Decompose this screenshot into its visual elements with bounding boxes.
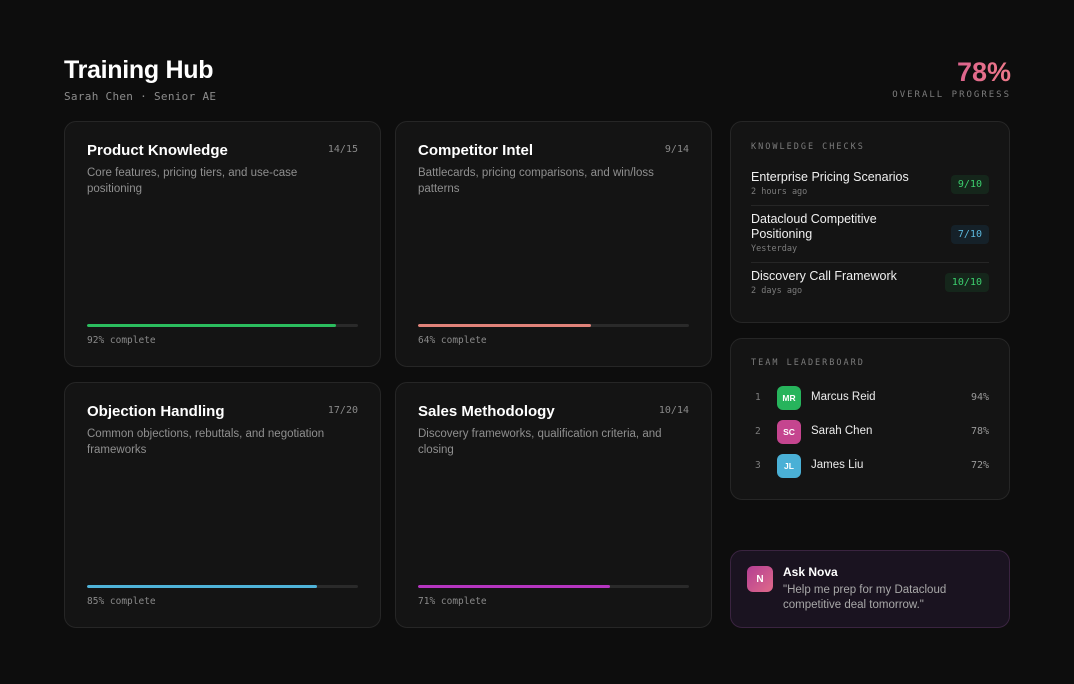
overall-progress-value: 78% (892, 56, 1011, 88)
leaderboard-percent: 78% (970, 426, 989, 437)
module-title: Sales Methodology (418, 403, 555, 420)
module-count: 17/20 (327, 405, 358, 416)
module-title: Competitor Intel (418, 142, 533, 159)
knowledge-check-score: 7/10 (950, 225, 989, 244)
knowledge-check-score: 10/10 (944, 273, 989, 292)
leaderboard-name: Sarah Chen (811, 425, 873, 437)
knowledge-checks-panel: KNOWLEDGE CHECKS Enterprise Pricing Scen… (730, 121, 1010, 323)
module-description: Core features, pricing tiers, and use-ca… (87, 167, 298, 195)
module-description: Battlecards, pricing comparisons, and wi… (418, 167, 654, 195)
nova-icon: N (747, 566, 773, 592)
module-count: 14/15 (327, 144, 358, 155)
module-progress-label: 64% complete (418, 335, 487, 346)
avatar: SC (777, 420, 801, 444)
leaderboard-row[interactable]: 1 MR Marcus Reid 94% (751, 386, 989, 410)
leaderboard-row[interactable]: 3 JL James Liu 72% (751, 454, 989, 478)
knowledge-check-score: 9/10 (950, 175, 989, 194)
leaderboard-percent: 94% (970, 392, 989, 403)
training-hub-page: Training Hub Sarah Chen · Senior AE 78% … (0, 0, 1074, 684)
leaderboard-rank: 2 (755, 426, 761, 437)
avatar: MR (777, 386, 801, 410)
ask-nova-card[interactable]: N Ask Nova "Help me prep for my Dataclou… (730, 550, 1010, 628)
leaderboard-percent: 72% (970, 460, 989, 471)
module-progress-label: 85% complete (87, 596, 156, 607)
page-title: Training Hub (64, 56, 214, 84)
user-subtitle: Sarah Chen · Senior AE (64, 90, 217, 103)
ask-nova-prompt: "Help me prep for my Datacloud competiti… (783, 584, 947, 611)
knowledge-check-item[interactable]: Datacloud Competitive Positioning Yester… (751, 212, 989, 263)
module-description: Common objections, rebuttals, and negoti… (87, 428, 325, 456)
module-progress-fill (87, 585, 318, 588)
module-card-product-knowledge[interactable]: Product Knowledge 14/15 Core features, p… (64, 121, 381, 367)
module-progress-label: 92% complete (87, 335, 156, 346)
knowledge-check-item[interactable]: Enterprise Pricing Scenarios 2 hours ago… (751, 170, 989, 206)
leaderboard-name: James Liu (811, 459, 864, 471)
module-progress-label: 71% complete (418, 596, 487, 607)
leaderboard-name: Marcus Reid (811, 391, 876, 403)
module-progress-fill (418, 585, 611, 588)
ask-nova-title: Ask Nova (783, 565, 838, 579)
knowledge-check-item[interactable]: Discovery Call Framework 2 days ago 10/1… (751, 269, 989, 303)
module-count: 9/14 (664, 144, 689, 155)
leaderboard-row[interactable]: 2 SC Sarah Chen 78% (751, 420, 989, 444)
knowledge-checks-label: KNOWLEDGE CHECKS (751, 142, 865, 152)
module-progress-fill (418, 324, 592, 327)
module-card-sales-methodology[interactable]: Sales Methodology 10/14 Discovery framew… (395, 382, 712, 628)
module-card-competitor-intel[interactable]: Competitor Intel 9/14 Battlecards, prici… (395, 121, 712, 367)
module-progress-bar (87, 324, 358, 327)
leaderboard-rank: 3 (755, 460, 761, 471)
knowledge-check-name: Datacloud Competitive Positioning (751, 212, 877, 241)
module-description: Discovery frameworks, qualification crit… (418, 428, 662, 456)
module-progress-bar (418, 324, 689, 327)
module-card-objection-handling[interactable]: Objection Handling 17/20 Common objectio… (64, 382, 381, 628)
module-title: Product Knowledge (87, 142, 228, 159)
knowledge-check-name: Discovery Call Framework (751, 269, 897, 283)
module-count: 10/14 (658, 405, 689, 416)
module-progress-bar (418, 585, 689, 588)
module-title: Objection Handling (87, 403, 225, 420)
knowledge-check-time: Yesterday (751, 244, 798, 254)
module-progress-bar (87, 585, 358, 588)
leaderboard-rank: 1 (755, 392, 761, 403)
team-leaderboard-label: TEAM LEADERBOARD (751, 358, 865, 368)
avatar: JL (777, 454, 801, 478)
team-leaderboard-panel: TEAM LEADERBOARD 1 MR Marcus Reid 94% 2 … (730, 338, 1010, 500)
knowledge-check-name: Enterprise Pricing Scenarios (751, 170, 909, 184)
overall-progress: 78% OVERALL PROGRESS (892, 56, 1011, 100)
overall-progress-label: OVERALL PROGRESS (892, 90, 1011, 100)
module-progress-fill (87, 324, 337, 327)
